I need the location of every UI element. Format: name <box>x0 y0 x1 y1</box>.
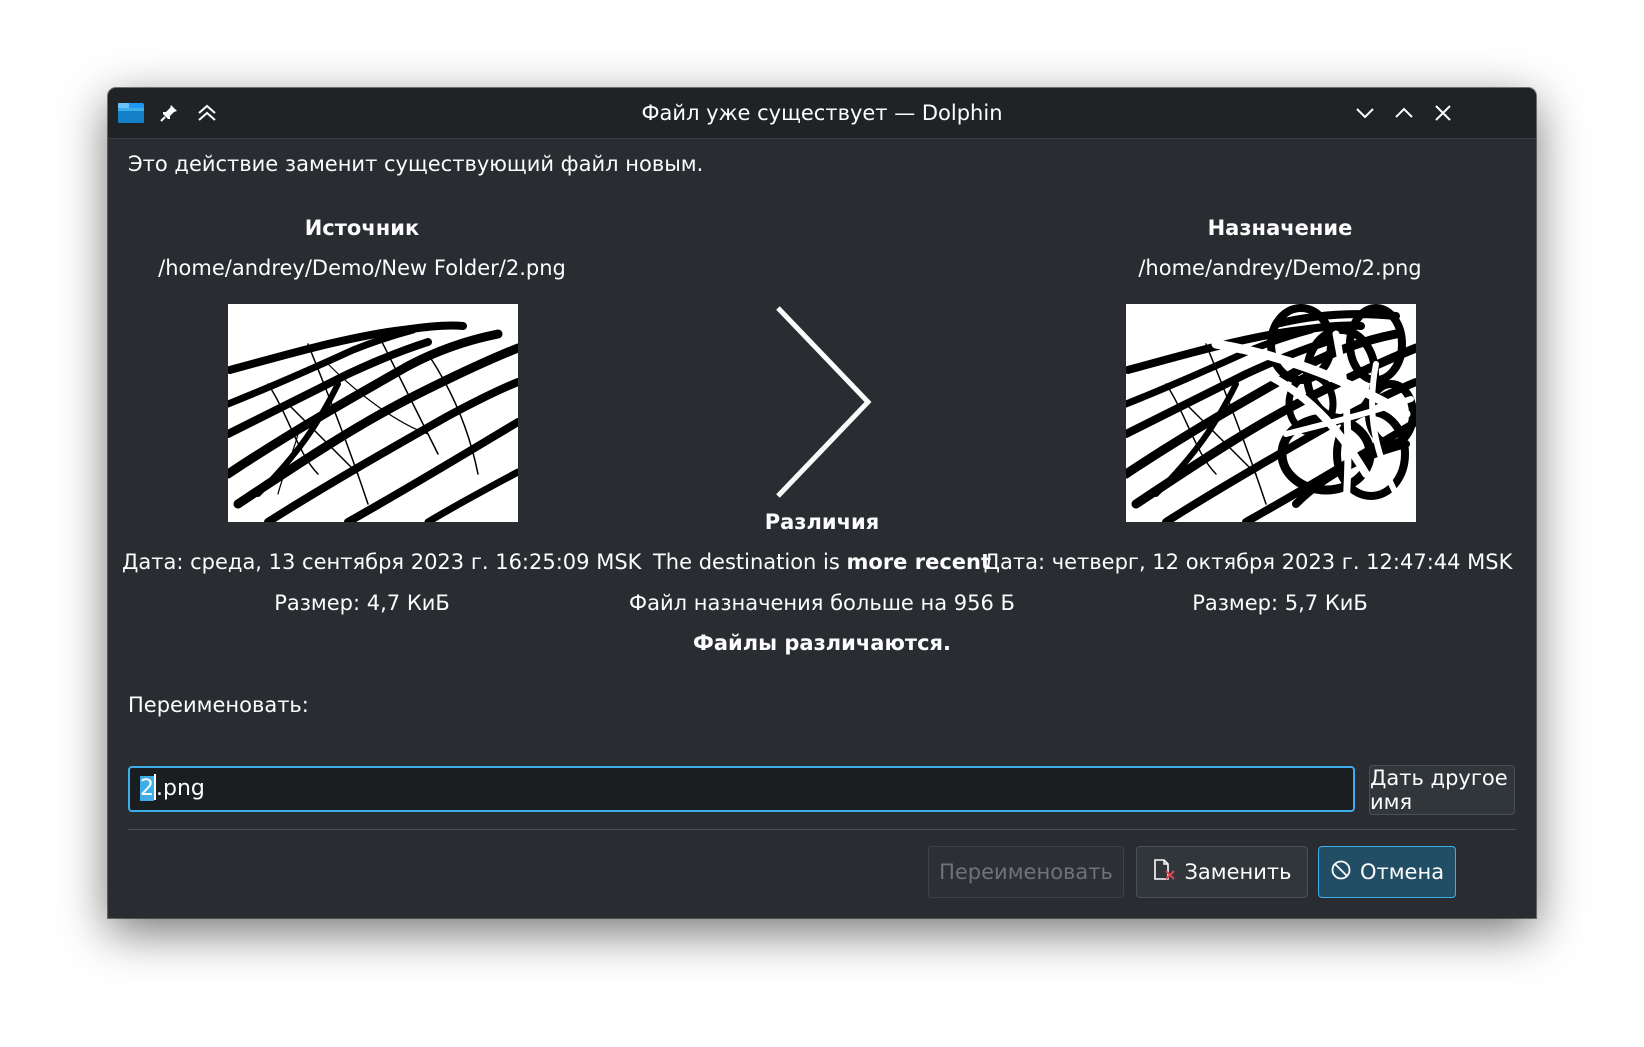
replace-button-label: Заменить <box>1184 860 1292 884</box>
suggest-new-name-button[interactable]: Дать другое имя <box>1369 765 1515 815</box>
rename-button[interactable]: Переименовать <box>928 846 1124 898</box>
destination-path: /home/andrey/Demo/2.png <box>1138 256 1422 280</box>
title-bar: Файл уже существует — Dolphin <box>108 88 1536 139</box>
destination-size: Размер: 5,7 КиБ <box>1192 591 1368 615</box>
recent-prefix: The destination is <box>652 550 840 574</box>
rename-selected-text: 2 <box>140 776 154 801</box>
cancel-icon <box>1330 859 1352 886</box>
cancel-button[interactable]: Отмена <box>1318 846 1456 898</box>
source-path: /home/andrey/Demo/New Folder/2.png <box>158 256 566 280</box>
rename-button-label: Переименовать <box>939 860 1113 884</box>
source-date: Дата: среда, 13 сентября 2023 г. 16:25:0… <box>122 550 642 574</box>
minimize-icon[interactable] <box>1350 88 1380 138</box>
replace-button[interactable]: Заменить <box>1136 846 1308 898</box>
source-thumbnail <box>228 304 518 522</box>
close-icon[interactable] <box>1428 88 1458 138</box>
replace-file-icon <box>1152 858 1176 886</box>
rename-input[interactable]: 2.png <box>128 766 1355 812</box>
maximize-icon[interactable] <box>1389 88 1419 138</box>
destination-date: Дата: четверг, 12 октября 2023 г. 12:47:… <box>983 550 1513 574</box>
separator <box>128 829 1516 830</box>
rename-rest-text: .png <box>156 776 205 801</box>
source-heading: Источник <box>304 216 420 240</box>
differences-heading: Различия <box>764 510 880 534</box>
destination-heading: Назначение <box>1207 216 1353 240</box>
cancel-button-label: Отмена <box>1359 860 1445 884</box>
source-size: Размер: 4,7 КиБ <box>274 591 450 615</box>
file-exists-dialog: Файл уже существует — Dolphin Это действ… <box>108 88 1536 918</box>
suggest-new-name-label: Дать другое имя <box>1370 766 1508 814</box>
window-title: Файл уже существует — Dolphin <box>641 101 1003 125</box>
rename-label: Переименовать: <box>128 693 309 717</box>
files-differ-summary: Файлы различаются. <box>693 631 951 655</box>
arrow-right-icon <box>768 302 878 506</box>
size-difference: Файл назначения больше на 956 Б <box>629 591 1015 615</box>
dialog-message: Это действие заменит существующий файл н… <box>128 152 704 176</box>
destination-thumbnail <box>1126 304 1416 522</box>
